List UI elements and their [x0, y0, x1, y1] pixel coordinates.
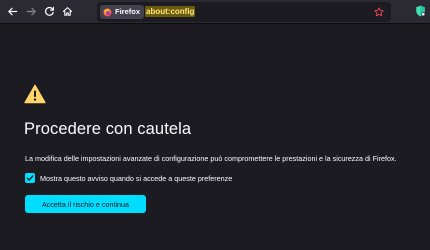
star-icon [374, 7, 384, 17]
url-text[interactable]: about:config [145, 2, 196, 22]
accept-risk-button[interactable]: Accetta il rischio e continua [25, 195, 146, 213]
url-bar[interactable]: Firefox about:config [97, 2, 391, 22]
show-warning-option[interactable]: Mostra questo avviso quando si accede a … [25, 172, 232, 184]
warning-description: La modifica delle impostazioni avanzate … [25, 154, 397, 163]
url-highlight: about:config [145, 6, 196, 17]
home-button[interactable] [59, 3, 75, 19]
browser-toolbar: Firefox about:config [0, 0, 430, 24]
page-title: Procedere con cautela [24, 120, 192, 138]
bookmark-button[interactable] [373, 6, 385, 18]
checkmark-icon [26, 175, 34, 181]
shield-extension-icon [415, 5, 426, 17]
warning-triangle-icon [24, 84, 46, 104]
extension-button[interactable] [414, 3, 427, 19]
back-arrow-icon [7, 6, 18, 17]
home-icon [62, 6, 73, 17]
identity-box[interactable]: Firefox [100, 5, 145, 19]
firefox-logo-icon [103, 7, 112, 17]
forward-button[interactable] [23, 3, 39, 19]
show-warning-checkbox[interactable] [25, 173, 35, 183]
reload-button[interactable] [41, 3, 57, 19]
forward-arrow-icon [26, 6, 37, 17]
show-warning-label: Mostra questo avviso quando si accede a … [40, 173, 233, 183]
reload-icon [44, 6, 55, 17]
identity-label: Firefox [115, 7, 141, 16]
back-button[interactable] [4, 3, 20, 19]
